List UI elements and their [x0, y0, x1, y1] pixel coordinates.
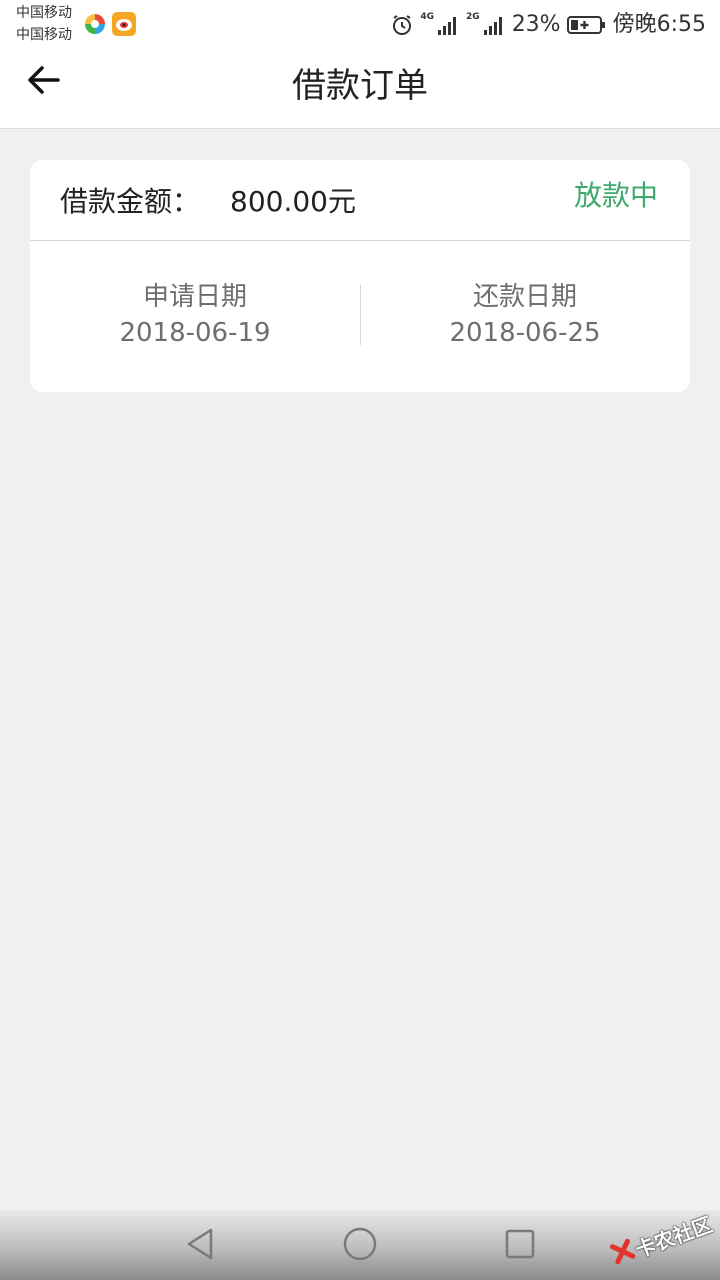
home-circle-icon	[342, 1226, 378, 1266]
nav-home-button[interactable]	[338, 1224, 382, 1268]
card-bottom: 申请日期 2018-06-19 还款日期 2018-06-25	[30, 241, 690, 392]
watermark-text: 卡农社区	[631, 1211, 716, 1262]
status-bar: 中国移动 中国移动 4G 2G 23% 傍晚6:55	[0, 0, 720, 50]
status-right: 4G 2G 23% 傍晚6:55	[390, 10, 706, 40]
clock: 傍晚6:55	[612, 12, 706, 37]
repay-date-column: 还款日期 2018-06-25	[360, 279, 690, 351]
signal-icon	[436, 14, 460, 36]
nav-back-button[interactable]	[178, 1224, 222, 1268]
apply-date-label: 申请日期	[142, 282, 247, 312]
carrier-2: 中国移动	[16, 27, 72, 43]
card-top: 借款金额： 800.00元 放款中	[30, 160, 690, 241]
page-title: 借款订单	[292, 66, 428, 106]
back-triangle-icon	[183, 1226, 217, 1266]
alarm-icon	[390, 13, 414, 37]
status-badge: 放款中	[573, 179, 658, 212]
watermark-logo: 卡农社区	[605, 1200, 715, 1279]
nav-recent-button[interactable]	[498, 1224, 542, 1268]
signal-icon	[482, 14, 506, 36]
order-card[interactable]: 借款金额： 800.00元 放款中 申请日期 2018-06-19 还款日期 2…	[30, 160, 690, 392]
app-icon-colorful	[83, 12, 107, 36]
repay-date-value: 2018-06-25	[449, 318, 601, 348]
carrier-1: 中国移动	[16, 5, 72, 21]
apply-date-column: 申请日期 2018-06-19	[30, 279, 360, 351]
header: 借款订单	[0, 50, 720, 129]
amount-label: 借款金额：	[60, 185, 201, 218]
amount-value: 800.00元	[230, 185, 356, 218]
repay-date-label: 还款日期	[472, 282, 577, 312]
battery-percent: 23%	[511, 12, 561, 37]
net-type-1: 4G	[420, 12, 435, 22]
navigation-bar: 卡农社区	[0, 1210, 720, 1280]
apply-date-value: 2018-06-19	[119, 318, 271, 348]
net-type-2: 2G	[466, 12, 480, 22]
recent-square-icon	[503, 1227, 537, 1265]
battery-charging-icon	[566, 14, 607, 36]
weibo-icon	[112, 12, 136, 36]
